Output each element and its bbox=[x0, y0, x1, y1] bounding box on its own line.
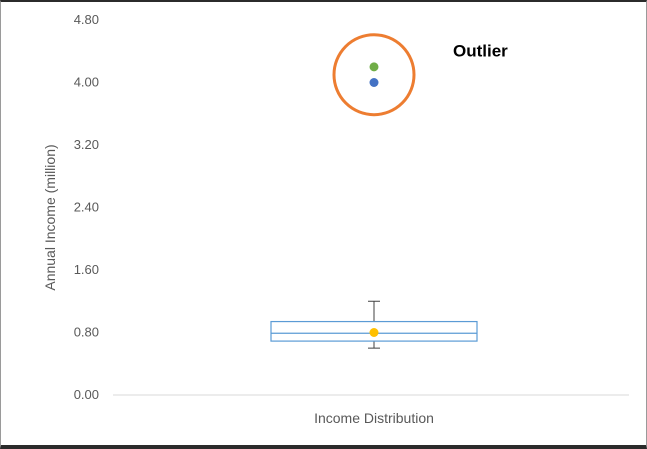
box-plot: 0.00 0.80 1.60 2.40 3.20 4.00 4.80 Annual Inco… bbox=[42, 12, 629, 426]
y-axis: 0.00 0.80 1.60 2.40 3.20 4.00 4.80 bbox=[74, 12, 99, 402]
y-axis-title: Annual Income (million) bbox=[42, 144, 58, 290]
y-tick-label: 2.40 bbox=[74, 200, 99, 215]
box-group bbox=[270, 300, 478, 349]
outlier-point bbox=[369, 78, 379, 87]
y-tick-label: 3.20 bbox=[74, 137, 99, 152]
y-tick-label: 0.80 bbox=[74, 325, 99, 340]
y-tick-label: 4.80 bbox=[74, 12, 99, 27]
y-tick-label: 0.00 bbox=[74, 387, 99, 402]
outlier-annotation: Outlier bbox=[453, 42, 508, 61]
x-category-label: Income Distribution bbox=[314, 410, 434, 426]
outlier-group bbox=[332, 33, 416, 117]
chart-frame: 0.00 0.80 1.60 2.40 3.20 4.00 4.80 Annual Inco… bbox=[0, 0, 647, 449]
outlier-highlight-circle bbox=[332, 33, 416, 117]
mean-marker bbox=[369, 328, 379, 337]
y-tick-label: 4.00 bbox=[74, 75, 99, 90]
outlier-point bbox=[369, 62, 379, 72]
y-tick-label: 1.60 bbox=[74, 262, 99, 277]
